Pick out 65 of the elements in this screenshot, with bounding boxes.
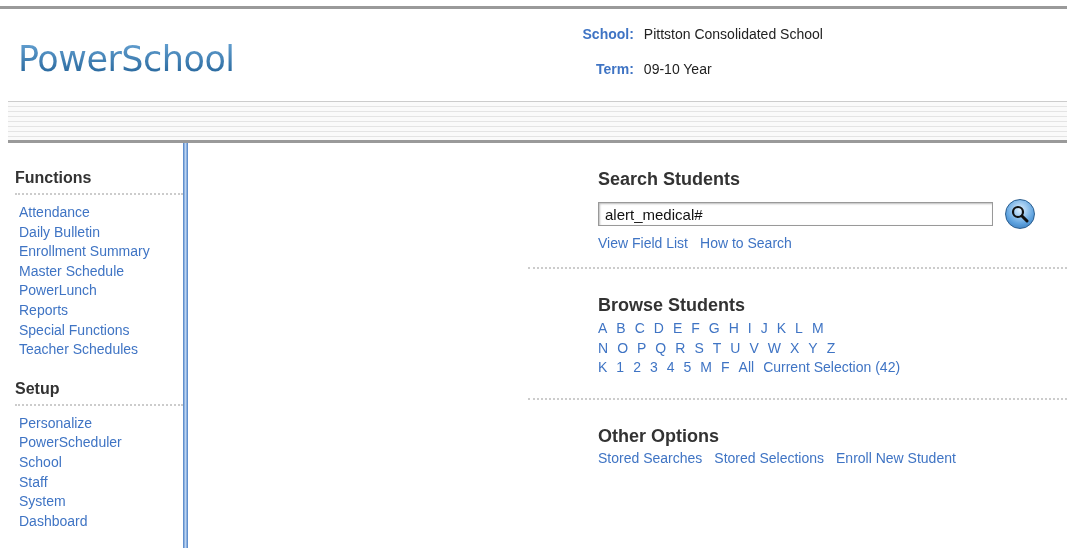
link[interactable]: View Field List (598, 235, 688, 251)
browse-link[interactable]: T (712, 338, 722, 359)
sidebar-link[interactable]: System (19, 492, 190, 512)
browse-link[interactable]: Y (808, 338, 818, 359)
link[interactable]: How to Search (700, 235, 792, 251)
browse-link[interactable]: Current Selection (42) (763, 358, 901, 378)
info-label: School: (582, 26, 634, 42)
browse-link[interactable]: V (749, 338, 759, 359)
browse-link[interactable]: C (634, 319, 645, 339)
browse-link[interactable]: N (598, 338, 609, 359)
browse-link[interactable]: U (730, 338, 741, 359)
browse-link[interactable]: F (721, 358, 730, 378)
browse-link[interactable]: S (694, 338, 704, 359)
search-field[interactable]: alert_medical# (598, 202, 993, 226)
browse-link[interactable]: D (653, 319, 664, 339)
sidebar-link[interactable]: Personalize (19, 413, 190, 434)
browse-link[interactable]: 2 (633, 358, 641, 378)
browse-link[interactable]: W (767, 338, 781, 359)
sidebar-link[interactable]: Enrollment Summary (19, 242, 190, 262)
browse-link[interactable]: M (811, 319, 824, 339)
link[interactable]: Enroll New Student (836, 449, 956, 466)
browse-link[interactable]: Z (826, 338, 836, 359)
sidebar-link[interactable]: Dashboard (19, 511, 190, 532)
link[interactable]: Stored Selections (714, 449, 825, 466)
section-title: Other Options (598, 425, 720, 447)
browse-link[interactable]: I (747, 319, 752, 339)
info-value: 09-10 Year (643, 61, 713, 77)
browse-link[interactable]: H (728, 319, 739, 339)
search-button[interactable] (1005, 199, 1035, 229)
browse-link[interactable]: All (738, 358, 755, 378)
browse-link[interactable]: A (598, 319, 608, 339)
info-value: Pittston Consolidated School (643, 26, 823, 42)
browse-link[interactable]: R (675, 338, 686, 359)
browse-link[interactable]: O (617, 338, 628, 359)
browse-link[interactable]: 1 (616, 358, 625, 378)
browse-link[interactable]: K (776, 319, 787, 339)
sidebar-link[interactable]: Teacher Schedules (19, 340, 190, 360)
browse-link[interactable]: L (795, 319, 803, 339)
sidebar-link[interactable]: Daily Bulletin (19, 222, 190, 243)
sidebar-link[interactable]: Master Schedule (19, 261, 190, 282)
sidebar-link[interactable]: Attendance (19, 203, 190, 223)
sidebar-link[interactable]: Reports (19, 300, 190, 321)
info-label: Term: (595, 61, 634, 77)
search-icon (1011, 205, 1029, 223)
section-title: Search Students (598, 169, 742, 190)
browse-link[interactable]: P (637, 338, 647, 359)
browse-link[interactable]: 4 (666, 358, 675, 378)
browse-link[interactable]: B (616, 319, 626, 339)
browse-link[interactable]: J (760, 319, 768, 339)
browse-link[interactable]: 5 (683, 358, 692, 378)
link[interactable]: Stored Searches (598, 449, 703, 466)
browse-link[interactable]: 3 (649, 358, 658, 378)
browse-link[interactable]: F (691, 319, 700, 339)
browse-link[interactable]: X (789, 338, 800, 359)
sidebar-link[interactable]: School (19, 452, 190, 473)
browse-link[interactable]: E (672, 319, 683, 339)
sidebar-link[interactable]: PowerLunch (19, 281, 190, 301)
browse-link[interactable]: M (700, 358, 712, 378)
sidebar-link[interactable]: Special Functions (19, 320, 190, 341)
sidebar-link[interactable]: PowerScheduler (19, 433, 190, 453)
browse-link[interactable]: Q (655, 338, 667, 359)
browse-link[interactable]: G (708, 319, 720, 339)
section-title: Browse Students (598, 295, 747, 316)
browse-link[interactable]: K (598, 358, 608, 378)
sidebar-link[interactable]: Staff (19, 472, 190, 493)
